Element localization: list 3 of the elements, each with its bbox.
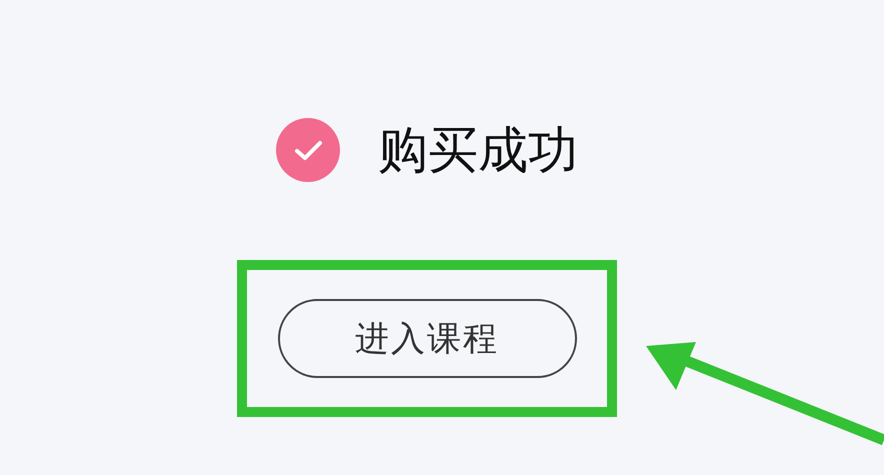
success-check-icon: [276, 118, 340, 182]
status-title: 购买成功: [378, 122, 578, 178]
enter-course-button[interactable]: 进入课程: [278, 299, 576, 378]
